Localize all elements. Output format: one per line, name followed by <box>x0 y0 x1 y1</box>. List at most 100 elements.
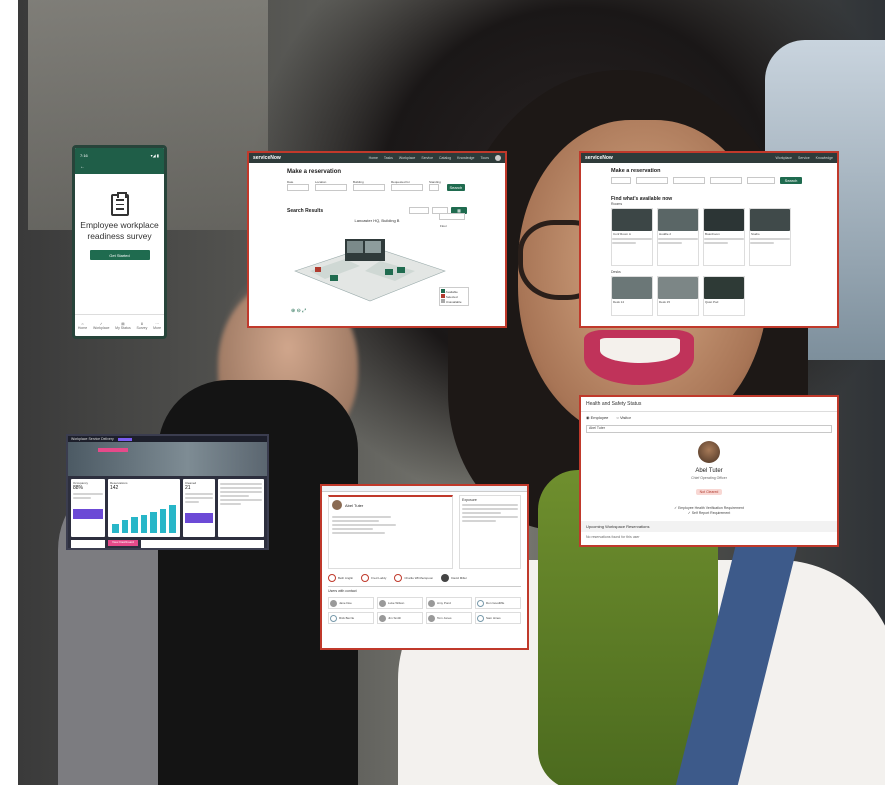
floor-plan-map[interactable] <box>285 231 455 311</box>
nav-tasks[interactable]: Tasks <box>384 156 393 160</box>
get-started-button[interactable]: Get Started <box>89 250 150 260</box>
bar <box>131 516 138 533</box>
logo: serviceNow <box>585 155 613 161</box>
kpi-footer <box>185 513 213 523</box>
bar <box>140 515 148 533</box>
dashboard-banner <box>68 442 267 476</box>
bar <box>150 512 157 533</box>
contact-card[interactable]: Sam Hines <box>475 612 521 624</box>
date-field[interactable] <box>611 177 631 184</box>
nav-home[interactable]: Home <box>369 156 378 160</box>
nav-catalog[interactable]: Catalog <box>439 156 451 160</box>
exposure-label: Exposure <box>462 498 477 502</box>
tab-my-status[interactable]: ▤ My Status <box>115 322 131 330</box>
dashboard-title: Workplace Service Delivery <box>71 437 114 441</box>
standing-field[interactable] <box>747 177 775 184</box>
map-legend: Available Selected Unavailable <box>439 287 469 306</box>
space-card[interactable]: Boardroom <box>703 208 745 266</box>
contact-name: Abel Tuter <box>345 502 364 508</box>
contact-chip[interactable]: Fred Luddy <box>361 574 386 582</box>
space-card[interactable]: Conf Room A <box>611 208 653 266</box>
workplace-dashboard-screen: Workplace Service Delivery Occupancy 88%… <box>66 434 269 550</box>
space-card[interactable]: Studio <box>749 208 791 266</box>
tab-survey[interactable]: ⬇ Survey <box>136 322 147 330</box>
tab-more[interactable]: ⋯ More <box>153 322 161 330</box>
section-rooms: Rooms <box>611 202 623 206</box>
location-field[interactable] <box>636 177 668 184</box>
bar-chart <box>112 503 177 533</box>
contact-card[interactable]: Jim Smith <box>377 612 423 624</box>
floor-select[interactable]: Floor <box>439 213 465 228</box>
survey-title: Employee workplace readiness survey <box>80 220 159 241</box>
spaces-heading: Make a reservation <box>611 168 661 174</box>
tab-home[interactable]: ⌂ Home <box>78 322 87 330</box>
user-subtitle: Chief Operating Officer <box>691 476 727 480</box>
upcoming-heading: Upcoming Workspace Reservations <box>581 521 837 532</box>
nav-workplace[interactable]: Workplace <box>399 156 415 160</box>
status-time: 7:16 <box>80 152 88 158</box>
nav-links[interactable]: Workplace <box>776 156 792 160</box>
standing-field[interactable] <box>429 184 439 191</box>
bar <box>112 524 119 533</box>
phone-survey-screen: 7:16 ▾◢ ▮ ← Employee workplace readiness… <box>72 145 167 339</box>
health-status-screen: Health and Safety Status ◉ Employee ○ Vi… <box>579 395 839 547</box>
space-card[interactable]: Huddle 2 <box>657 208 699 266</box>
nav-knowledge[interactable]: Knowledge <box>457 156 474 160</box>
kpi-value: 21 <box>185 485 191 491</box>
contact-card[interactable]: Rick Berzle <box>328 612 374 624</box>
app-header: serviceNow Workplace Service Knowledge <box>581 153 837 163</box>
search-button[interactable]: Search <box>780 177 802 184</box>
filter-field[interactable] <box>409 207 429 214</box>
user-name: Abel Tuter <box>695 468 723 474</box>
panel <box>141 540 264 548</box>
space-card[interactable]: Desk 15 <box>657 276 699 316</box>
panel <box>71 540 105 548</box>
reservation-heading: Make a reservation <box>287 169 342 175</box>
nav-knowledge[interactable]: Knowledge <box>816 156 833 160</box>
employee-radio[interactable]: ◉ Employee <box>586 415 608 420</box>
reservation-map-screen: serviceNow Home Tasks Workplace Service … <box>247 151 507 328</box>
building-field[interactable] <box>673 177 705 184</box>
tab-active[interactable] <box>117 437 132 441</box>
contact-card[interactable]: Amy Pond <box>426 597 472 609</box>
avatar <box>332 500 342 510</box>
avatar[interactable] <box>495 155 501 161</box>
space-card[interactable]: Quiet Pod <box>703 276 745 316</box>
visitor-radio[interactable]: ○ Visitor <box>616 415 631 420</box>
app-header: serviceNow Home Tasks Workplace Service … <box>249 153 505 163</box>
zoom-controls[interactable]: ⊕ ⊖ ⤢ <box>291 308 306 314</box>
contact-chip[interactable]: David Miller <box>441 574 467 582</box>
contact-chip[interactable]: Charlie Whitherspoon <box>394 574 433 582</box>
contact-card[interactable]: Tom Jones <box>426 612 472 624</box>
kpi-footer <box>73 509 103 519</box>
date-field[interactable] <box>287 184 309 191</box>
space-card[interactable]: Desk 14 <box>611 276 653 316</box>
nav-tours[interactable]: Tours <box>480 156 489 160</box>
building-field[interactable] <box>353 184 385 191</box>
kpi-value: 88% <box>73 485 84 491</box>
bar <box>159 509 167 533</box>
user-select[interactable]: Abel Tuter <box>586 425 832 433</box>
location-field[interactable] <box>315 184 347 191</box>
contact-chip[interactable]: Beth Anglin <box>328 574 353 582</box>
results-heading: Search Results <box>287 207 324 214</box>
check-item: ✓ Employee Health Verification Requireme… <box>674 506 744 510</box>
tab-workplace[interactable]: ✓ Workplace <box>93 322 109 330</box>
contact-card[interactable]: Jane Doe <box>328 597 374 609</box>
banner-accent <box>98 448 128 452</box>
check-item: ✓ Self Report Requirement <box>687 511 731 515</box>
health-heading: Health and Safety Status <box>581 397 837 412</box>
nav-service[interactable]: Service <box>798 156 810 160</box>
search-button[interactable]: Search <box>446 184 465 191</box>
view-dashboard-button[interactable]: View Dashboard <box>108 540 138 546</box>
requested-field[interactable] <box>710 177 742 184</box>
phone-app-bar: ← <box>75 162 164 174</box>
nav-service[interactable]: Service <box>421 156 433 160</box>
phone-status-bar: 7:16 ▾◢ ▮ <box>75 148 164 162</box>
phone-tab-bar: ⌂ Home ✓ Workplace ▤ My Status ⬇ Survey ⋯ Mor… <box>75 314 164 336</box>
avatar <box>698 441 720 463</box>
requested-for-field[interactable] <box>391 184 423 191</box>
contact-card[interactable]: Luke Wilson <box>377 597 423 609</box>
back-arrow-icon[interactable]: ← <box>80 164 85 170</box>
contact-card[interactable]: Don Goodliffe <box>475 597 521 609</box>
